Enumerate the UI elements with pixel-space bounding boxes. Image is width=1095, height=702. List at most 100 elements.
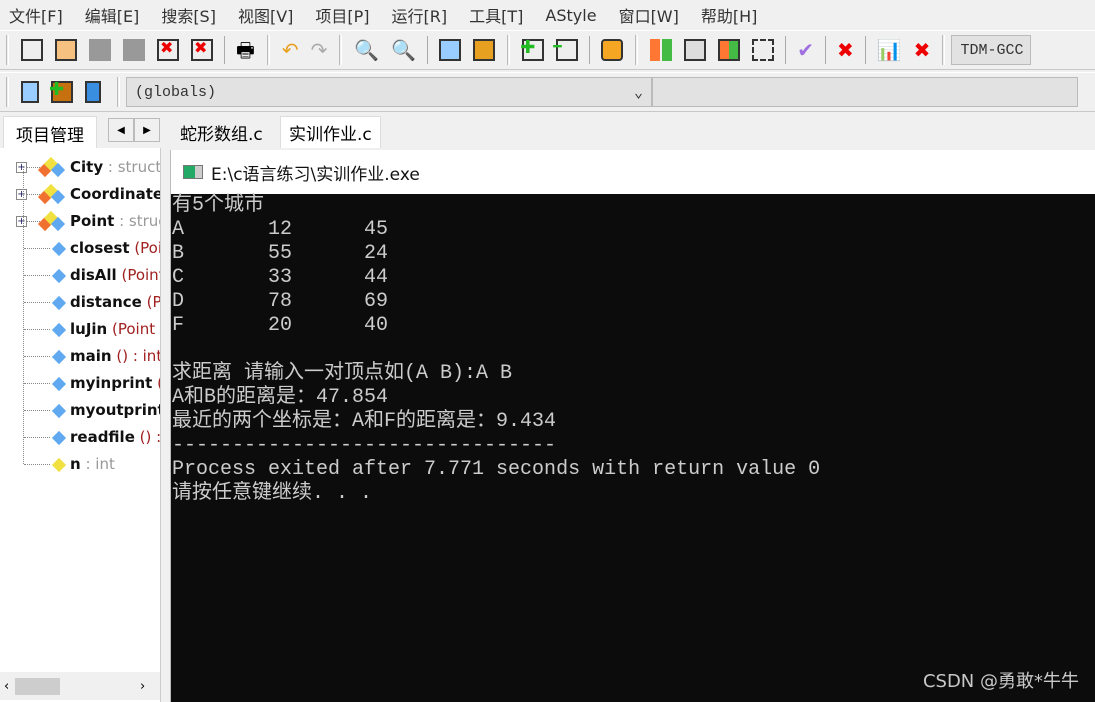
check-syntax-icon[interactable]: ✔ xyxy=(797,39,814,61)
menu-tools[interactable]: 工具[T] xyxy=(469,3,523,27)
toolbar-grip[interactable] xyxy=(6,77,9,107)
undo-icon[interactable]: ↶ xyxy=(282,39,299,61)
menu-help[interactable]: 帮助[H] xyxy=(701,3,758,27)
menu-view[interactable]: 视图[V] xyxy=(238,3,293,27)
add-file-icon[interactable] xyxy=(520,37,545,61)
scroll-left-icon[interactable]: ‹ xyxy=(4,679,9,694)
tab-scroll-right[interactable]: ▶ xyxy=(134,118,160,142)
menu-file[interactable]: 文件[F] xyxy=(9,3,63,27)
toolbar-grip[interactable] xyxy=(635,35,639,65)
toolbar-grip[interactable] xyxy=(507,35,511,65)
expand-icon[interactable]: + xyxy=(16,216,27,227)
replace-icon[interactable]: 🔍 xyxy=(391,39,416,61)
console-line: D 78 69 xyxy=(172,290,389,313)
tab-editor-file-active[interactable]: 实训作业.c xyxy=(280,116,381,148)
toolbar-grip[interactable] xyxy=(6,35,9,65)
console-title: E:\c语言练习\实训作业.exe xyxy=(211,164,420,185)
delete-profile-icon[interactable]: ✖ xyxy=(914,39,931,61)
scroll-right-icon[interactable]: › xyxy=(140,679,145,694)
scope-select[interactable]: (globals) ⌄ xyxy=(126,77,652,107)
console-title-bar[interactable]: E:\c语言练习\实训作业.exe xyxy=(171,150,1095,194)
tree-item-label: closest (Point xyxy=(70,239,160,257)
tree-item-coordinate[interactable]: + Coordinate xyxy=(0,181,161,207)
menu-astyle[interactable]: AStyle xyxy=(545,6,596,25)
console-line: 有5个城市 xyxy=(172,194,265,217)
tree-item-main[interactable]: main () : int xyxy=(0,343,160,369)
remove-file-icon[interactable] xyxy=(553,39,579,61)
tree-item-point[interactable]: + Point : struct xyxy=(0,208,160,234)
function-icon xyxy=(51,349,67,365)
unindent-icon[interactable] xyxy=(473,39,496,61)
compiler-select[interactable]: TDM-GCC xyxy=(951,35,1032,65)
tree-item-label: n : int xyxy=(70,455,115,473)
tree-item-city[interactable]: + City : struct xyxy=(0,154,160,180)
compile-run-icon[interactable] xyxy=(718,39,741,61)
indent-icon[interactable] xyxy=(439,39,462,61)
expand-icon[interactable]: + xyxy=(16,162,27,173)
tree-item-closest[interactable]: closest (Point xyxy=(0,235,160,261)
menu-search[interactable]: 搜索[S] xyxy=(161,3,216,27)
redo-icon[interactable]: ↷ xyxy=(311,39,328,61)
bookmark-icon[interactable] xyxy=(85,81,101,103)
console-app-icon xyxy=(183,165,203,179)
console-line: 最近的两个坐标是：A和F的距离是：9.434 xyxy=(172,410,557,433)
tree-item-myinprint[interactable]: myinprint ( xyxy=(0,370,160,396)
open-file-icon[interactable] xyxy=(55,39,77,61)
separator xyxy=(864,36,866,64)
toolbar-grip[interactable] xyxy=(339,35,343,65)
tree-item-myoutprint[interactable]: myoutprint xyxy=(0,397,161,423)
menu-run[interactable]: 运行[R] xyxy=(392,3,448,27)
tree-item-disall[interactable]: disAll (Point xyxy=(0,262,160,288)
tree-item-label: myinprint ( xyxy=(70,374,160,392)
menu-edit[interactable]: 编辑[E] xyxy=(85,3,140,27)
separator xyxy=(589,36,591,64)
function-icon xyxy=(51,376,67,392)
tab-editor-file[interactable]: 蛇形数组.c xyxy=(172,116,271,148)
symbol-select[interactable] xyxy=(652,77,1078,107)
scope-value: (globals) xyxy=(135,83,217,101)
rebuild-icon[interactable] xyxy=(752,39,775,61)
console-line: C 33 44 xyxy=(172,266,389,289)
console-line: B 55 24 xyxy=(172,242,389,265)
console-output[interactable]: 有5个城市 A 12 45 B 55 24 C 33 44 D 78 69 F 20 40… xyxy=(171,194,1095,702)
tree-item-n[interactable]: n : int xyxy=(0,451,160,477)
console-line: 请按任意键继续. . . xyxy=(172,482,373,505)
profile-icon[interactable]: 📊 xyxy=(877,39,902,61)
secondary-toolbar: (globals) ⌄ xyxy=(0,72,1095,112)
run-icon[interactable] xyxy=(684,39,707,61)
stop-icon[interactable]: ✖ xyxy=(837,39,854,61)
save-icon[interactable] xyxy=(89,39,111,61)
toolbar-grip[interactable] xyxy=(266,35,270,65)
function-icon xyxy=(51,241,67,257)
new-file-icon[interactable] xyxy=(21,39,43,61)
tree-item-label: Coordinate xyxy=(70,185,161,203)
tree-guide-line xyxy=(23,167,24,464)
tree-item-label: myoutprint xyxy=(70,401,161,419)
tree-item-readfile[interactable]: readfile () : xyxy=(0,424,160,450)
expand-icon[interactable]: + xyxy=(16,189,27,200)
toolbar-grip[interactable] xyxy=(942,35,946,65)
tree-item-lujin[interactable]: luJin (Point xyxy=(0,316,160,342)
close-all-icon[interactable] xyxy=(191,38,213,61)
insert-icon[interactable] xyxy=(49,79,73,103)
tree-item-label: luJin (Point xyxy=(70,320,156,338)
chevron-down-icon: ⌄ xyxy=(633,84,643,102)
close-file-icon[interactable] xyxy=(157,38,179,61)
project-options-icon[interactable] xyxy=(601,39,624,61)
tab-scroll-left[interactable]: ◀ xyxy=(108,118,134,142)
compile-icon[interactable] xyxy=(650,39,673,61)
print-icon[interactable]: 🖶 xyxy=(236,39,255,61)
console-line: A 12 45 xyxy=(172,218,389,241)
scroll-thumb[interactable] xyxy=(15,678,60,695)
horizontal-scrollbar[interactable]: ‹ › xyxy=(0,672,160,700)
find-icon[interactable]: 🔍 xyxy=(354,39,379,61)
tab-project-manager[interactable]: 项目管理 xyxy=(3,116,97,150)
save-all-icon[interactable] xyxy=(123,39,145,61)
goto-icon[interactable] xyxy=(21,81,39,103)
tree-item-distance[interactable]: distance (P xyxy=(0,289,160,315)
toolbar-grip[interactable] xyxy=(117,77,120,107)
variable-icon xyxy=(51,457,67,473)
menu-window[interactable]: 窗口[W] xyxy=(619,3,679,27)
menu-project[interactable]: 项目[P] xyxy=(315,3,369,27)
